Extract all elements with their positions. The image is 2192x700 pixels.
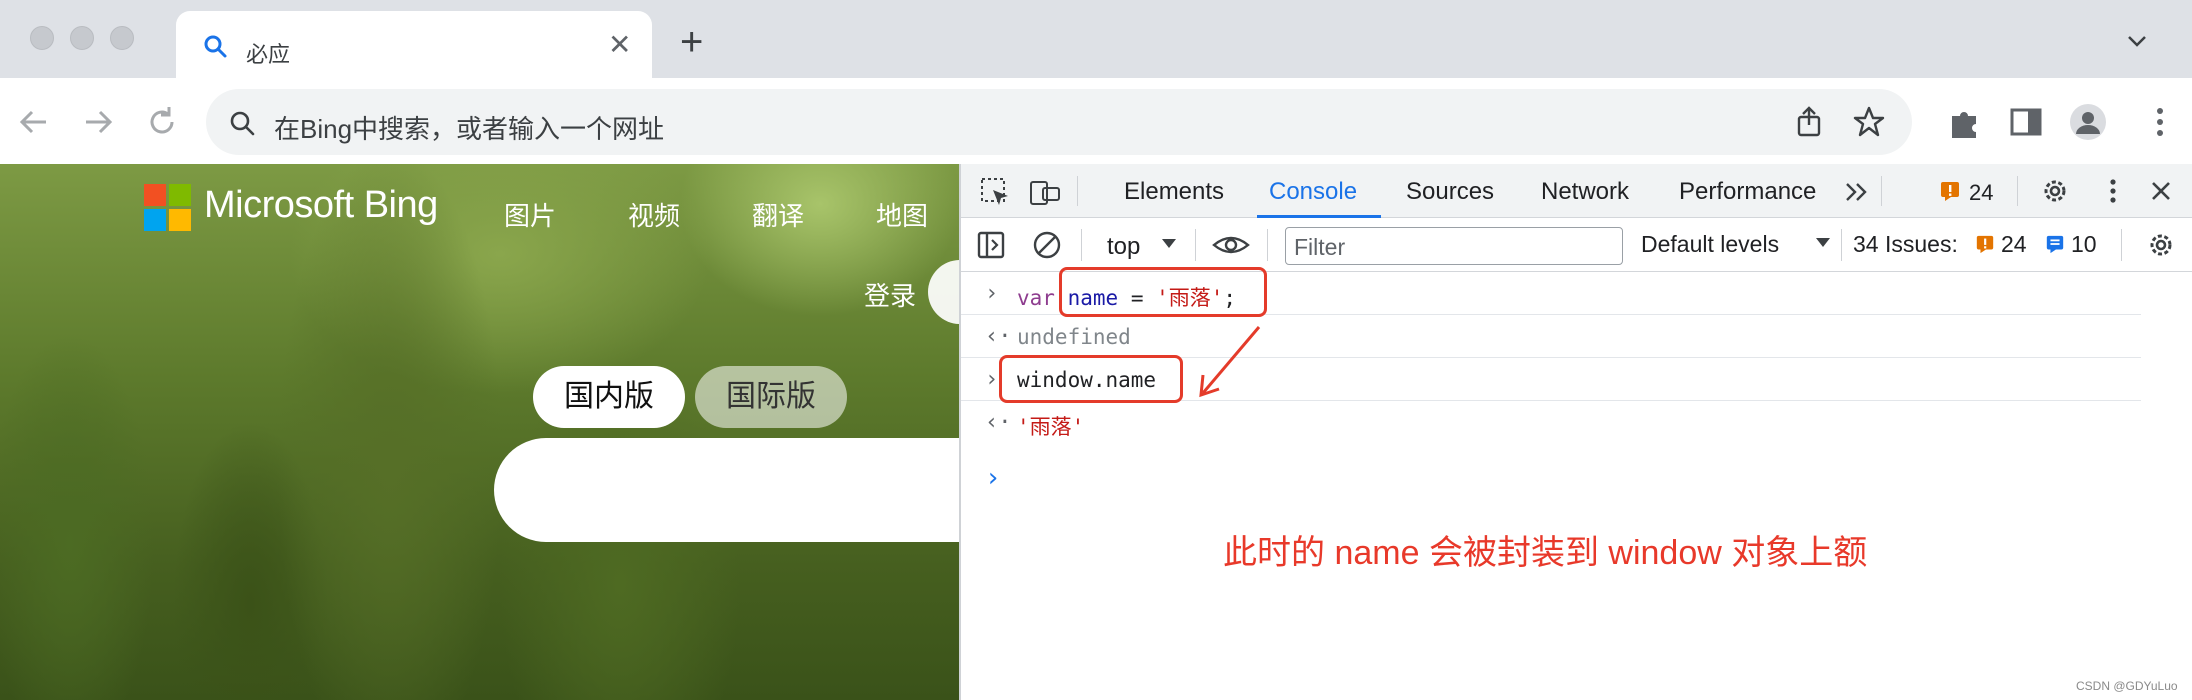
issues-label[interactable]: 34 Issues: — [1853, 231, 1958, 258]
bing-search-box[interactable] — [494, 438, 959, 542]
close-tab-icon[interactable]: ✕ — [608, 31, 631, 59]
console-result-line: ‹· undefined — [961, 316, 2141, 358]
search-icon — [204, 35, 227, 58]
watermark: CSDN @GDYuLuo — [2076, 679, 2178, 693]
divider — [1081, 229, 1082, 261]
menu-dots-icon[interactable] — [2140, 102, 2180, 142]
bing-page: Microsoft Bing 图片 视频 翻译 地图 登录 国内版 国际版 — [0, 164, 959, 700]
tab-title: 必应 — [246, 42, 291, 67]
context-selector[interactable]: top — [1107, 233, 1140, 261]
region-tab-domestic[interactable]: 国内版 — [533, 366, 685, 428]
tab-elements[interactable]: Elements — [1124, 178, 1224, 206]
devtools-tabbar: Elements Console Sources Network Perform… — [961, 164, 2192, 218]
log-levels-dropdown[interactable]: Default levels — [1641, 231, 1779, 258]
profile-avatar-icon[interactable] — [2068, 102, 2108, 142]
microsoft-logo-icon — [144, 184, 192, 232]
tab-strip: 必应 ✕ + — [0, 0, 2192, 78]
filter-input[interactable]: Filter — [1285, 227, 1623, 265]
bing-nav-videos[interactable]: 视频 — [628, 196, 680, 233]
tab-sources[interactable]: Sources — [1406, 178, 1494, 206]
input-chevron-icon: › — [985, 367, 999, 392]
address-bar[interactable]: 在Bing中搜索，或者输入一个网址 — [206, 89, 1912, 155]
divider — [1841, 229, 1842, 261]
device-toolbar-icon[interactable] — [1029, 176, 1061, 208]
divider — [1267, 229, 1268, 261]
forward-icon[interactable] — [78, 102, 118, 142]
issues-warning-count[interactable]: 24 — [2001, 231, 2027, 258]
bing-nav-translate[interactable]: 翻译 — [752, 196, 804, 233]
inspect-element-icon[interactable] — [979, 176, 1011, 208]
divider — [1881, 176, 1882, 206]
tab-network[interactable]: Network — [1541, 178, 1629, 206]
region-tab-international[interactable]: 国际版 — [695, 366, 847, 428]
console-settings-gear-icon[interactable] — [2145, 229, 2177, 261]
result-arrow-icon: ‹· — [985, 324, 1012, 349]
code-keyword: var — [1017, 286, 1055, 310]
result-arrow-icon: ‹· — [985, 410, 1012, 435]
divider — [1195, 229, 1196, 261]
browser-toolbar: 在Bing中搜索，或者输入一个网址 — [0, 78, 2192, 164]
console-toolbar: top Filter Default levels 34 Issues: 24 — [961, 219, 2192, 272]
info-issues-icon — [2046, 235, 2064, 254]
console-result-line: ‹· '雨落' — [961, 402, 2141, 444]
dropdown-arrow-icon[interactable] — [1157, 231, 1181, 255]
new-tab-button[interactable]: + — [680, 22, 703, 62]
divider — [1077, 176, 1078, 206]
back-icon[interactable] — [14, 102, 54, 142]
warning-issues-icon — [1976, 235, 1994, 254]
bookmark-star-icon[interactable] — [1852, 105, 1886, 139]
warning-count[interactable]: 24 — [1969, 180, 1993, 206]
console-result: '雨落' — [1017, 415, 1085, 439]
annotation-box-declaration — [1059, 267, 1267, 317]
share-icon[interactable] — [1792, 105, 1826, 139]
settings-gear-icon[interactable] — [2039, 175, 2071, 207]
annotation-text: 此时的 name 会被封装到 window 对象上额 — [1223, 534, 1868, 572]
address-placeholder: 在Bing中搜索，或者输入一个网址 — [274, 114, 665, 144]
bing-login-link[interactable]: 登录 — [864, 276, 916, 313]
bing-nav-maps[interactable]: 地图 — [876, 196, 928, 233]
close-devtools-icon[interactable] — [2145, 175, 2177, 207]
clear-console-icon[interactable] — [1031, 229, 1063, 261]
devtools-panel: Elements Console Sources Network Perform… — [959, 164, 2192, 700]
devtools-menu-icon[interactable] — [2097, 175, 2129, 207]
dropdown-arrow-icon[interactable] — [1813, 233, 1833, 253]
browser-tab[interactable]: 必应 ✕ — [176, 11, 652, 78]
bing-account-button[interactable] — [928, 260, 959, 324]
annotation-box-window-name — [999, 355, 1183, 403]
chevron-down-icon[interactable] — [2124, 28, 2150, 54]
bing-brand[interactable]: Microsoft Bing — [204, 184, 438, 227]
console-output[interactable]: › var name = '雨落'; ‹· undefined › window… — [961, 267, 2192, 700]
warning-issues-icon[interactable] — [1939, 180, 1961, 202]
filter-placeholder: Filter — [1294, 234, 1346, 260]
issues-info-count[interactable]: 10 — [2071, 231, 2097, 258]
tab-console[interactable]: Console — [1269, 178, 1357, 206]
console-result: undefined — [1017, 325, 1131, 349]
extensions-icon[interactable] — [1944, 102, 1984, 142]
divider — [2121, 229, 2122, 261]
bing-nav-images[interactable]: 图片 — [504, 196, 556, 233]
minimize-window-button[interactable] — [70, 26, 94, 50]
side-panel-icon[interactable] — [2006, 102, 2046, 142]
tab-performance[interactable]: Performance — [1679, 178, 1816, 206]
active-tab-indicator — [1257, 215, 1381, 218]
console-prompt-icon[interactable]: › — [985, 463, 1001, 493]
maximize-window-button[interactable] — [110, 26, 134, 50]
reload-icon[interactable] — [142, 102, 182, 142]
more-tabs-chevron-icon[interactable] — [1841, 176, 1873, 208]
search-icon — [230, 111, 255, 136]
input-chevron-icon: › — [985, 281, 999, 306]
divider — [2017, 176, 2018, 206]
annotation-arrow-icon — [1199, 326, 1261, 398]
close-window-button[interactable] — [30, 26, 54, 50]
eye-live-expression-icon[interactable] — [1211, 229, 1251, 261]
sidebar-toggle-icon[interactable] — [975, 229, 1007, 261]
